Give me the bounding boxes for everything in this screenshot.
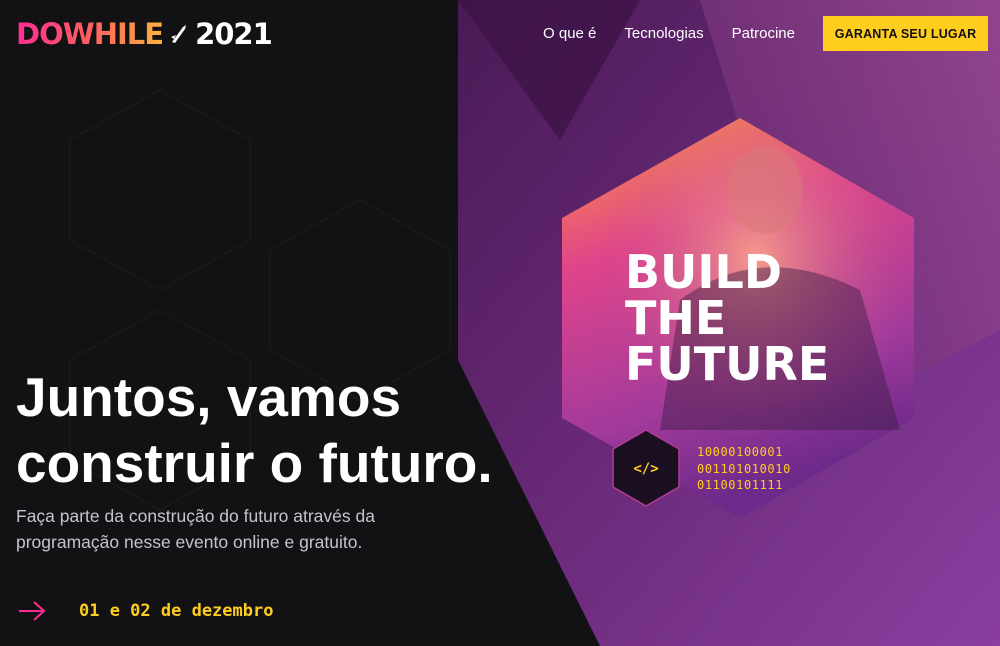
headline-line: THE — [625, 291, 727, 345]
binary-line: 01100101111 — [697, 478, 784, 492]
binary-line: 001101010010 — [697, 461, 791, 476]
build-the-future-headline: BUILD THE FUTURE — [625, 249, 829, 387]
binary-text: 10000100001 001101010010 01100101111 — [697, 444, 791, 494]
code-hexagon: </> — [611, 428, 681, 508]
hero-subtitle: Faça parte da construção do futuro atrav… — [16, 503, 436, 555]
nav-link-tecnologias[interactable]: Tecnologias — [624, 25, 703, 42]
code-symbol: </> — [633, 461, 658, 477]
hero-title-line: construir o futuro. — [16, 432, 493, 494]
nav-link-o-que-e[interactable]: O que é — [543, 25, 596, 42]
logo-wordmark: DOWHILE — [16, 16, 164, 51]
code-icon: </> — [612, 429, 680, 507]
logo[interactable]: DOWHILE 2021 — [16, 16, 273, 51]
main-nav: O que é Tecnologias Patrocine GARANTA SE… — [543, 16, 988, 51]
binary-line: 10000100001 — [697, 445, 784, 459]
hero-title-line: Juntos, vamos — [16, 366, 402, 428]
logo-year: 2021 — [195, 16, 273, 51]
nav-link-patrocine[interactable]: Patrocine — [732, 25, 795, 42]
hero-subtitle-line: Faça parte da construção do futuro atrav… — [16, 506, 375, 526]
event-date: 01 e 02 de dezembro — [18, 600, 273, 622]
headline-line: FUTURE — [625, 337, 830, 391]
headline-line: BUILD — [625, 245, 783, 299]
rocket-icon — [171, 25, 187, 43]
event-date-text: 01 e 02 de dezembro — [79, 601, 274, 621]
register-button[interactable]: GARANTA SEU LUGAR — [823, 16, 988, 51]
arrow-right-icon[interactable] — [18, 600, 46, 622]
hero-title: Juntos, vamos construir o futuro. — [16, 364, 493, 496]
hero-subtitle-line: programação nesse evento online e gratui… — [16, 532, 363, 552]
